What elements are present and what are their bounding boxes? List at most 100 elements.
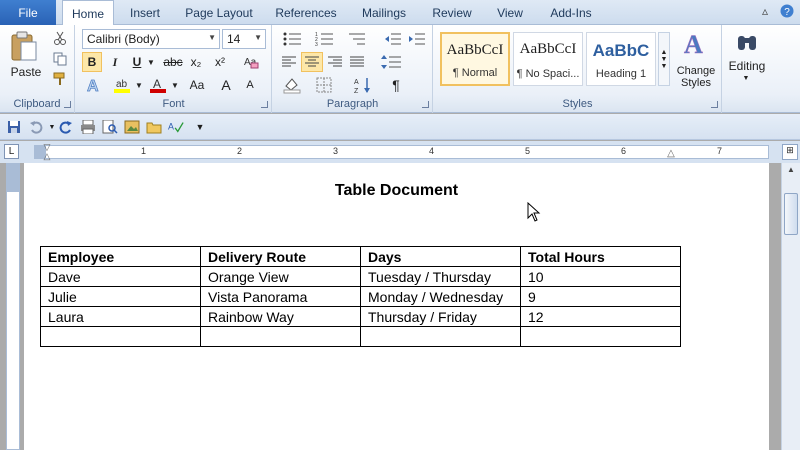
clear-formatting-icon[interactable]: Aa xyxy=(240,52,262,72)
table-cell[interactable]: Monday / Wednesday xyxy=(360,286,521,307)
table-cell[interactable] xyxy=(200,326,361,347)
tab-references[interactable]: References xyxy=(268,0,344,25)
tab-add-ins[interactable]: Add-Ins xyxy=(542,0,600,25)
borders-icon[interactable] xyxy=(311,74,337,96)
table-cell[interactable]: Orange View xyxy=(200,266,361,287)
bold-button[interactable]: B xyxy=(82,52,102,72)
table-cell[interactable]: Laura xyxy=(40,306,201,327)
align-right-icon[interactable] xyxy=(325,52,345,72)
open-icon[interactable] xyxy=(146,119,162,135)
table-cell[interactable]: 9 xyxy=(520,286,681,307)
shading-icon[interactable] xyxy=(279,74,305,96)
underline-button[interactable]: U xyxy=(128,52,146,72)
scroll-up-icon[interactable]: ▲ xyxy=(784,165,798,179)
highlight-dropdown-icon[interactable]: ▼ xyxy=(134,74,144,96)
tab-selector-button[interactable]: L xyxy=(4,144,19,159)
show-formatting-button[interactable]: ¶ xyxy=(385,74,407,96)
tab-view[interactable]: View xyxy=(488,0,532,25)
style-heading-1[interactable]: AaBbC Heading 1 xyxy=(586,32,656,86)
help-icon[interactable]: ? xyxy=(780,4,794,21)
scrollbar-thumb[interactable] xyxy=(784,193,798,235)
cut-icon[interactable] xyxy=(52,30,68,46)
multilevel-list-icon[interactable] xyxy=(343,29,371,49)
styles-gallery-scroll[interactable]: ▲ ▼ ▼ xyxy=(658,32,670,86)
tab-home[interactable]: Home xyxy=(62,0,114,26)
save-icon[interactable] xyxy=(6,119,22,135)
paste-button[interactable]: Paste xyxy=(6,65,46,79)
indent-markers[interactable]: ▽ △ xyxy=(41,141,53,163)
table-cell[interactable] xyxy=(520,326,681,347)
print-preview-icon[interactable] xyxy=(102,119,118,135)
spelling-icon[interactable]: A xyxy=(168,119,184,135)
paragraph-launcher-icon[interactable] xyxy=(422,101,429,108)
document-title[interactable]: Table Document xyxy=(24,182,769,200)
tab-insert[interactable]: Insert xyxy=(120,0,170,25)
paste-icon[interactable] xyxy=(6,29,42,63)
tab-mailings[interactable]: Mailings xyxy=(352,0,416,25)
italic-button[interactable]: I xyxy=(106,52,124,72)
tab-review[interactable]: Review xyxy=(424,0,480,25)
change-styles-button[interactable]: Change Styles xyxy=(672,63,720,91)
table-cell[interactable]: Thursday / Friday xyxy=(360,306,521,327)
table-cell[interactable] xyxy=(40,326,201,347)
highlight-icon[interactable]: ab xyxy=(110,74,134,96)
tab-page-layout[interactable]: Page Layout xyxy=(180,0,258,25)
clipboard-launcher-icon[interactable] xyxy=(64,101,71,108)
shrink-font-button[interactable]: A xyxy=(240,74,260,96)
horizontal-ruler[interactable]: L ▽ △ 1 2 3 4 5 6 7 △ xyxy=(0,141,800,163)
table-header-cell[interactable]: Total Hours xyxy=(520,246,681,267)
strikethrough-button[interactable]: abc xyxy=(162,52,184,72)
table-cell[interactable]: Dave xyxy=(40,266,201,287)
font-launcher-icon[interactable] xyxy=(261,101,268,108)
grow-font-button[interactable]: A xyxy=(216,74,236,96)
font-name-combo[interactable]: Calibri (Body) ▼ xyxy=(82,29,220,49)
table-cell[interactable] xyxy=(360,326,521,347)
table-cell[interactable]: Rainbow Way xyxy=(200,306,361,327)
document-page[interactable]: Table Document Employee Delivery Route D… xyxy=(24,163,769,450)
customize-qat-icon[interactable]: ▼ xyxy=(192,119,208,135)
minimize-ribbon-icon[interactable]: ▵ xyxy=(762,4,768,18)
undo-icon[interactable] xyxy=(28,119,44,135)
insert-picture-icon[interactable] xyxy=(124,119,140,135)
styles-launcher-icon[interactable] xyxy=(711,101,718,108)
justify-icon[interactable] xyxy=(347,52,367,72)
data-table[interactable]: Employee Delivery Route Days Total Hours… xyxy=(40,246,681,347)
table-cell[interactable]: Tuesday / Thursday xyxy=(360,266,521,287)
print-icon[interactable] xyxy=(80,119,96,135)
style-no-spacing[interactable]: AaBbCcI ¶ No Spaci... xyxy=(513,32,583,86)
binoculars-icon[interactable] xyxy=(731,29,763,57)
right-indent-marker[interactable]: △ xyxy=(666,147,676,159)
view-ruler-icon[interactable]: ⊞ xyxy=(782,144,798,160)
superscript-button[interactable]: x² xyxy=(210,52,230,72)
align-center-icon[interactable] xyxy=(301,52,323,72)
table-cell[interactable]: Vista Panorama xyxy=(200,286,361,307)
align-left-icon[interactable] xyxy=(279,52,299,72)
redo-icon[interactable] xyxy=(58,119,74,135)
table-header-cell[interactable]: Days xyxy=(360,246,521,267)
text-effects-icon[interactable]: A xyxy=(82,74,106,96)
change-case-button[interactable]: Aa xyxy=(184,74,210,96)
file-tab[interactable]: File xyxy=(0,0,56,25)
font-size-combo[interactable]: 14 ▼ xyxy=(222,29,266,49)
format-painter-icon[interactable] xyxy=(52,71,68,87)
numbering-icon[interactable]: 123 xyxy=(311,29,339,49)
line-spacing-icon[interactable] xyxy=(377,52,405,72)
bullets-icon[interactable] xyxy=(279,29,307,49)
table-cell[interactable]: Julie xyxy=(40,286,201,307)
increase-indent-icon[interactable] xyxy=(407,29,427,49)
sort-icon[interactable]: AZ xyxy=(351,74,375,96)
decrease-indent-icon[interactable] xyxy=(383,29,403,49)
editing-button[interactable]: Editing xyxy=(723,59,771,73)
style-normal[interactable]: AaBbCcI ¶ Normal xyxy=(440,32,510,86)
underline-dropdown-icon[interactable]: ▼ xyxy=(146,52,156,72)
font-color-dropdown-icon[interactable]: ▼ xyxy=(170,74,180,96)
vertical-scrollbar[interactable]: ▲ xyxy=(781,163,800,450)
font-color-icon[interactable]: A xyxy=(146,74,170,96)
copy-icon[interactable] xyxy=(52,51,68,67)
table-header-cell[interactable]: Delivery Route xyxy=(200,246,361,267)
table-header-cell[interactable]: Employee xyxy=(40,246,201,267)
subscript-button[interactable]: x₂ xyxy=(186,52,206,72)
change-styles-icon[interactable]: A xyxy=(674,27,718,61)
table-cell[interactable]: 12 xyxy=(520,306,681,327)
table-cell[interactable]: 10 xyxy=(520,266,681,287)
